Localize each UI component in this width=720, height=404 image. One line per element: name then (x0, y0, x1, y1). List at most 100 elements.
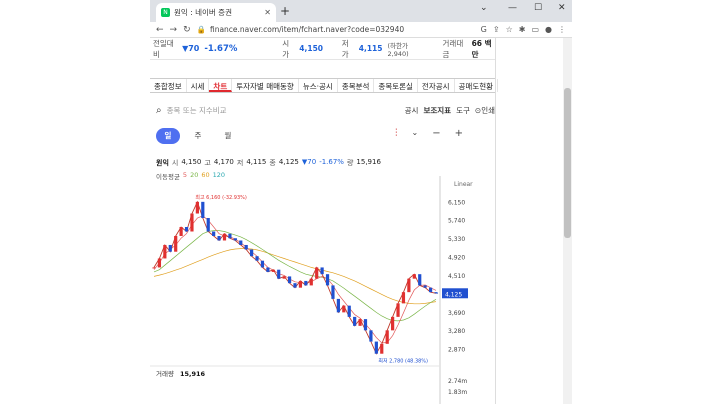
candle-15 (233, 238, 237, 241)
back-icon[interactable]: ← (156, 25, 164, 35)
candle-5 (179, 227, 183, 236)
url-field[interactable]: 🔒 finance.naver.com/item/fchart.naver?co… (197, 25, 475, 34)
period-month[interactable]: 월 (216, 128, 240, 144)
info-close: 4,125 (278, 158, 299, 166)
candle-39 (363, 319, 368, 331)
menu-price[interactable]: 시세 (187, 79, 210, 92)
candle-47 (407, 278, 411, 293)
share-icon[interactable]: ⇪ (493, 25, 500, 34)
chart-toolbar: ⌕ 종목 또는 지수비교 공시 보조지표 도구 ⊙인쇄 (156, 102, 495, 118)
maximize-icon[interactable]: ☐ (534, 3, 542, 13)
candle-7 (190, 213, 194, 232)
menu-discussion[interactable]: 종목토론실 (374, 79, 418, 92)
info-low-label: 저 (236, 159, 244, 167)
chevron-down-icon[interactable]: ⌄ (412, 128, 419, 139)
star-icon[interactable]: ☆ (506, 25, 513, 34)
naver-favicon-icon: N (161, 8, 170, 17)
candle-21 (266, 267, 270, 272)
candle-35 (342, 305, 346, 313)
indicator-button[interactable]: 보조지표 (423, 105, 451, 116)
new-tab-icon[interactable]: + (280, 4, 290, 18)
candle-49 (418, 274, 422, 286)
search-icon[interactable]: ⌕ (156, 105, 162, 116)
zoom-out-icon[interactable]: − (432, 128, 440, 139)
change-value: ▼70 (182, 44, 200, 53)
disclosure-button[interactable]: 공시 (405, 105, 419, 116)
tab-title: 원익 : 네이버 증권 (174, 8, 232, 17)
candle-14 (228, 233, 232, 239)
extensions-icon[interactable]: ✱ (519, 25, 526, 34)
menu-icon[interactable]: ⋮ (558, 25, 566, 34)
browser-tab[interactable]: N 원익 : 네이버 증권 ✕ (156, 3, 276, 22)
profile-icon[interactable]: ● (545, 25, 552, 34)
menu-short[interactable]: 공매도현황 (455, 79, 499, 92)
menu-analysis[interactable]: 종목분석 (338, 79, 375, 92)
chart-tools: ⫶ ⌄ − + (395, 128, 463, 139)
price-chart[interactable]: Linear 6,150 5,740 5,330 4,920 4,510 3,690 3,28… (150, 176, 495, 404)
candle-28 (304, 280, 308, 286)
candle-34 (336, 298, 340, 313)
candle-44 (391, 316, 395, 331)
close-tab-icon[interactable]: ✕ (264, 8, 271, 17)
candle-type-icon[interactable]: ⫶ (395, 128, 398, 139)
candle-27 (298, 280, 303, 288)
menu-investor[interactable]: 투자자별 매매동향 (232, 79, 299, 92)
candle-33 (331, 285, 335, 299)
candle-51 (428, 287, 433, 293)
info-high-label: 고 (204, 159, 211, 167)
sidebar-icon[interactable]: ▭ (531, 25, 539, 34)
candle-0 (152, 267, 156, 269)
tools-button[interactable]: 도구 (456, 105, 470, 116)
amount-value: 66 백만 (471, 38, 492, 59)
stock-name: 원익 (156, 159, 169, 167)
y-tick-6: 3,690 (448, 310, 465, 317)
compare-search-input[interactable]: 종목 또는 지수비교 (167, 105, 400, 116)
candle-30 (315, 267, 319, 279)
vol-axis-0: 2.74m (448, 378, 467, 385)
print-button[interactable]: ⊙인쇄 (475, 105, 495, 116)
menu-overview[interactable]: 종합정보 (150, 79, 187, 92)
y-tick-4: 4,510 (448, 273, 465, 280)
zoom-in-icon[interactable]: + (455, 128, 463, 139)
menu-news[interactable]: 뉴스·공시 (299, 79, 338, 92)
period-week[interactable]: 주 (186, 128, 210, 144)
reload-icon[interactable]: ↻ (183, 25, 191, 35)
scrollbar-thumb[interactable] (564, 88, 571, 238)
candle-2 (163, 244, 167, 259)
candle-3 (168, 244, 172, 252)
series-line-3 (153, 248, 437, 305)
menu-disclosure[interactable]: 전자공시 (418, 79, 455, 92)
candle-17 (244, 244, 248, 250)
candle-24 (282, 276, 286, 279)
chevron-down-icon[interactable]: ⌄ (480, 3, 488, 13)
info-low: 4,115 (246, 158, 267, 166)
low-label: 최저 2,780 (48.38%) (378, 358, 428, 365)
period-tabs: 일 주 월 (156, 128, 240, 144)
address-bar: ← → ↻ 🔒 finance.naver.com/item/fchart.na… (150, 22, 572, 38)
info-open: 4,150 (181, 158, 202, 166)
stock-summary-bar: 전일대비 ▼70 -1.67% 시가 4,150 저가 4,115 (하한가 2… (150, 38, 495, 60)
candle-37 (353, 316, 357, 326)
right-background (572, 0, 720, 404)
lock-icon: 🔒 (196, 25, 206, 34)
info-volume-label: 량 (346, 159, 354, 167)
period-day[interactable]: 일 (156, 128, 180, 144)
forward-icon[interactable]: → (170, 25, 178, 35)
candle-18 (250, 249, 254, 257)
candle-10 (206, 218, 210, 232)
high-label: 최고 6,160 (-32.93%) (195, 194, 247, 201)
close-window-icon[interactable]: ✕ (558, 3, 566, 13)
candle-38 (358, 319, 362, 326)
ohlc-info: 원익 시 4,150 고 4,170 저 4,115 종 4,125 ▼70 -1.67… (156, 158, 381, 168)
prev-label: 전일대비 (153, 38, 174, 59)
candle-22 (271, 269, 275, 272)
minimize-icon[interactable]: — (508, 3, 517, 13)
candle-32 (325, 274, 330, 286)
menu-chart[interactable]: 차트 (209, 79, 233, 92)
right-panel (496, 38, 572, 404)
google-icon[interactable]: G (481, 25, 487, 34)
series-line-2 (153, 230, 437, 322)
candle-19 (255, 256, 259, 261)
scrollbar[interactable] (563, 38, 572, 404)
scale-label: Linear (454, 181, 473, 188)
